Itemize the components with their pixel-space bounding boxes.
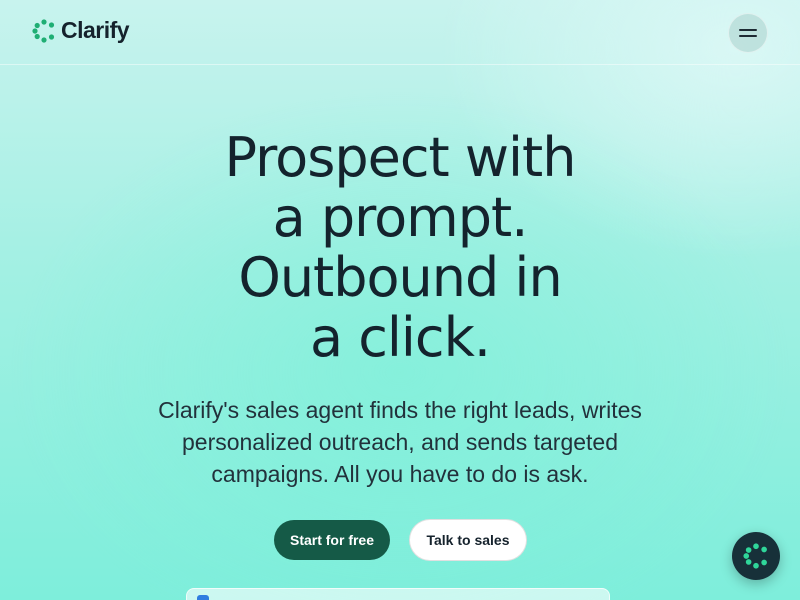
hero-subtitle: Clarify's sales agent finds the right le… [158,397,642,487]
hero-title-line: Outbound in [238,246,562,309]
hamburger-icon [739,29,757,37]
brand-name: Clarify [61,17,130,43]
hero-title: Prospect with a prompt. Outbound in a cl… [0,128,800,368]
brand-logo[interactable]: Clarify [32,17,130,44]
menu-button[interactable] [728,13,768,53]
site-header: Clarify [0,0,800,65]
clarify-logo-icon [743,543,767,569]
clarify-logo-icon [32,18,55,43]
start-for-free-button[interactable]: Start for free [274,520,390,560]
talk-to-sales-button[interactable]: Talk to sales [409,519,527,561]
hero-title-line: a click. [309,306,491,369]
hero-title-line: Prospect with [224,126,577,189]
hero-title-line: a prompt. [272,186,529,249]
product-preview [186,588,610,600]
app-icon [197,595,209,600]
chat-launcher-button[interactable] [732,532,780,580]
